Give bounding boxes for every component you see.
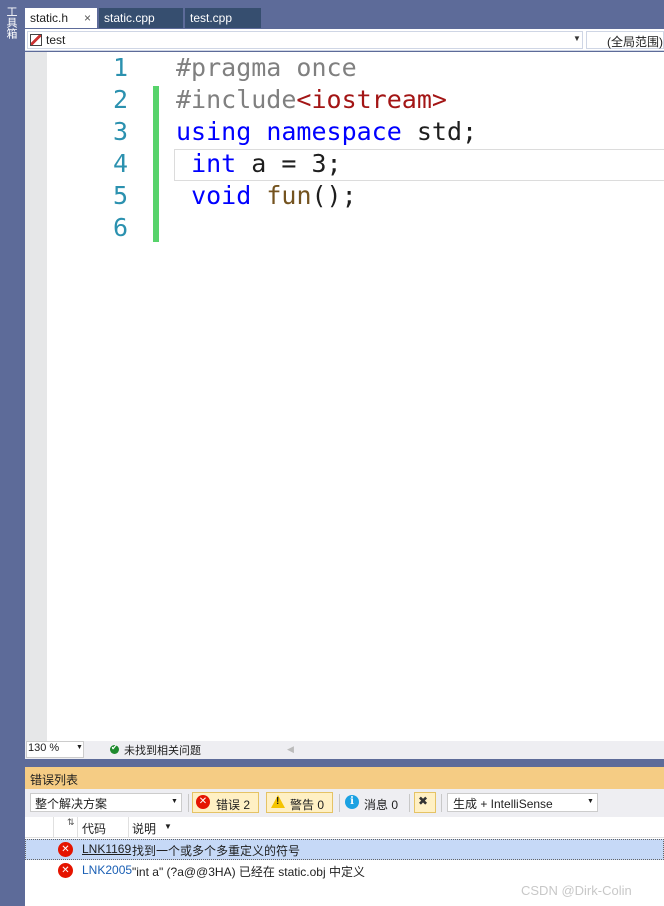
chevron-down-icon[interactable]: ▼	[164, 822, 172, 831]
code-token: a = 3;	[236, 149, 342, 178]
toolbar-divider	[441, 794, 442, 812]
project-dropdown-label: test	[46, 33, 66, 47]
code-token: namespace	[266, 117, 402, 146]
zoom-level: 130 %	[28, 742, 60, 754]
column-header-description[interactable]: 说明	[132, 820, 156, 837]
chevron-down-icon[interactable]: ▼	[573, 34, 581, 43]
error-description: 找到一个或多个多重定义的符号	[132, 844, 301, 858]
code-token: fun	[266, 181, 312, 210]
code-token: void	[191, 181, 252, 210]
error-icon: ✕	[58, 842, 73, 857]
error-list-title-bar[interactable]	[25, 767, 664, 789]
panel-splitter[interactable]	[25, 759, 664, 767]
toolbar-divider	[409, 794, 410, 812]
error-icon: ✕	[58, 863, 73, 878]
code-token: using	[176, 117, 252, 146]
scope-dropdown-label: (全局范围)	[607, 35, 663, 49]
project-dropdown[interactable]	[27, 31, 583, 49]
tab-static-h[interactable]: static.h ×	[25, 8, 97, 28]
code-token: <iostream>	[296, 85, 447, 114]
tab-static-cpp[interactable]: static.cpp	[99, 8, 183, 28]
tab-label: test.cpp	[190, 11, 233, 25]
toolbar-divider	[339, 794, 340, 812]
build-source-label: 生成 + IntelliSense	[453, 797, 553, 811]
solution-scope-label: 整个解决方案	[35, 797, 108, 811]
warning-icon-mark: !	[276, 796, 280, 807]
error-list-title: 错误列表	[30, 773, 79, 787]
code-line[interactable]: void fun();	[176, 180, 357, 212]
chevron-down-icon[interactable]: ▼	[76, 744, 83, 751]
error-table-header	[25, 817, 664, 838]
column-divider[interactable]	[128, 817, 129, 838]
sort-icon[interactable]: ⇅	[67, 817, 75, 828]
issues-status-text[interactable]: 未找到相关问题	[124, 742, 201, 758]
messages-filter-label[interactable]: 消息 0	[364, 796, 398, 813]
change-marker	[153, 86, 159, 242]
editor-margin[interactable]	[25, 52, 47, 741]
toolbox-strip[interactable]	[0, 0, 25, 906]
code-token: #include	[176, 85, 297, 114]
line-number: 2	[112, 85, 128, 114]
warnings-filter-label: 警告 0	[290, 798, 325, 812]
error-code-link[interactable]: LNK2005	[82, 863, 132, 877]
error-code-link[interactable]: LNK1169	[82, 842, 132, 856]
filter-icon: ✖	[418, 794, 429, 808]
checkmark-icon: ✔	[111, 743, 118, 752]
editor-status-bar	[25, 741, 664, 759]
column-header-code[interactable]: 代码	[82, 820, 106, 837]
code-token: #pragma once	[176, 53, 357, 82]
errors-filter-label: 错误 2	[216, 798, 251, 812]
line-number: 4	[112, 149, 128, 178]
code-token: std;	[401, 117, 478, 146]
column-divider[interactable]	[77, 817, 78, 838]
line-number: 3	[112, 117, 128, 146]
info-icon[interactable]: i	[345, 795, 359, 809]
code-token: int	[191, 149, 237, 178]
tab-label: static.cpp	[104, 11, 155, 25]
chevron-down-icon[interactable]: ▼	[587, 798, 594, 805]
scroll-left-icon[interactable]: ◀	[287, 744, 294, 755]
code-line[interactable]: #include<iostream>	[176, 84, 447, 116]
error-icon: ✕	[196, 795, 210, 809]
line-number: 6	[112, 213, 128, 242]
toolbar-divider	[188, 794, 189, 812]
close-icon[interactable]: ×	[84, 8, 91, 28]
column-divider[interactable]	[53, 817, 54, 838]
line-number: 1	[112, 53, 128, 82]
tab-test-cpp[interactable]: test.cpp	[185, 8, 261, 28]
chevron-down-icon[interactable]: ▼	[171, 798, 178, 805]
code-line[interactable]: int a = 3;	[176, 148, 342, 180]
error-description: "int a" (?a@@3HA) 已经在 static.obj 中定义	[132, 865, 365, 879]
watermark: CSDN @Dirk-Colin	[521, 883, 632, 898]
code-line[interactable]: #pragma once	[176, 52, 357, 84]
project-icon	[30, 34, 42, 46]
code-token: ();	[311, 181, 357, 210]
code-line[interactable]: using namespace std;	[176, 116, 477, 148]
line-number: 5	[112, 181, 128, 210]
toolbox-label[interactable]: 工具箱	[3, 6, 17, 39]
tab-label: static.h	[30, 11, 69, 25]
